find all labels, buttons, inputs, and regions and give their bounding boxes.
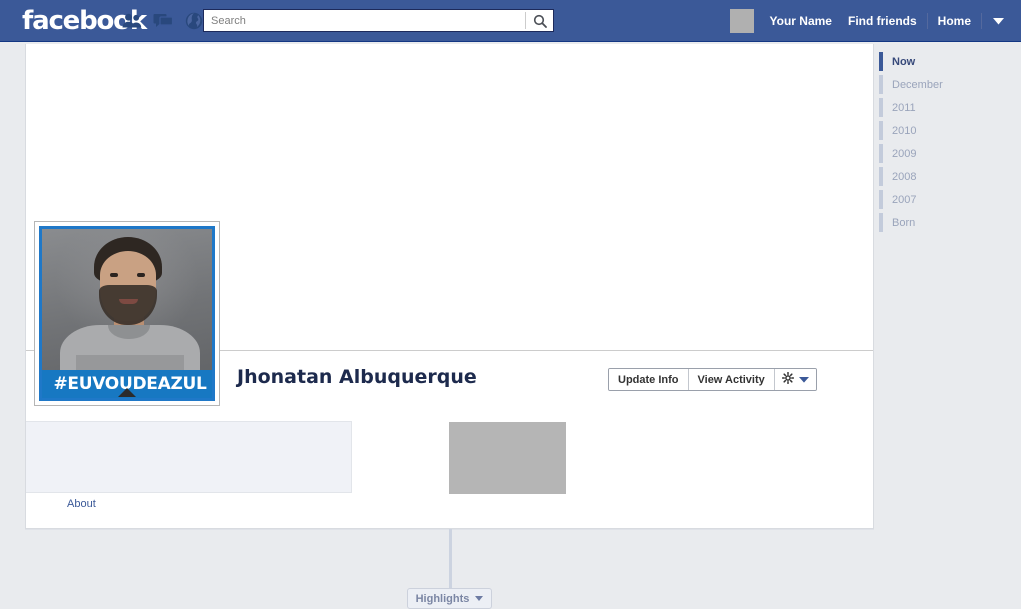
account-menu-chevron-down-icon[interactable]	[984, 14, 1013, 29]
avatar[interactable]	[729, 9, 754, 33]
settings-chevron-down-icon	[798, 374, 809, 386]
timeline-nav-label: 2008	[892, 170, 917, 183]
timeline-nav-item-born[interactable]: Born	[879, 211, 945, 234]
header-icon-group	[122, 10, 204, 31]
timeline-nav-label: December	[892, 78, 943, 91]
timeline-nav-item-2009[interactable]: 2009	[879, 142, 945, 165]
update-info-button[interactable]: Update Info	[609, 369, 689, 390]
header-account-area: Your Name Find friends Home	[729, 0, 1013, 42]
timeline-nav-label: 2011	[892, 101, 916, 114]
gear-icon	[781, 371, 794, 387]
timeline-vertical-line	[449, 529, 452, 590]
profile-picture[interactable]: #EUVOUDEAZUL	[34, 221, 220, 406]
profile-action-buttons: Update Info View Activity	[608, 368, 817, 391]
highlights-label: Highlights	[415, 592, 470, 605]
content-placeholder-image	[449, 422, 566, 494]
about-link[interactable]: About	[67, 498, 96, 510]
portrait-eye-right	[137, 273, 145, 277]
header-divider	[926, 13, 928, 29]
search-bar[interactable]	[203, 9, 554, 32]
account-name-link[interactable]: Your Name	[762, 10, 840, 32]
friend-requests-icon[interactable]	[122, 10, 142, 31]
timeline-nav-item-december[interactable]: December	[879, 73, 945, 96]
profile-picture-chevron-up-icon[interactable]	[118, 388, 136, 397]
search-input[interactable]	[204, 10, 525, 31]
timeline-nav-label: Born	[892, 216, 916, 229]
header-divider-2	[981, 13, 982, 29]
view-activity-button[interactable]: View Activity	[688, 369, 775, 390]
timeline-year-navigation: Now December 2011 2010 2009 2008 2007 Bo…	[879, 50, 945, 234]
timeline-nav-item-2011[interactable]: 2011	[879, 96, 945, 119]
timeline-nav-label: 2007	[892, 193, 917, 206]
facebook-top-navigation-bar: facebook Search Your Name Find friends H…	[0, 0, 1021, 42]
timeline-nav-label: 2010	[892, 124, 917, 137]
portrait-mouth	[119, 299, 138, 304]
find-friends-link[interactable]: Find friends	[840, 10, 925, 32]
timeline-nav-label: 2009	[892, 147, 917, 160]
messages-icon[interactable]	[153, 10, 173, 31]
timeline-nav-item-2007[interactable]: 2007	[879, 188, 945, 211]
profile-picture-image: #EUVOUDEAZUL	[39, 226, 215, 401]
content-placeholder-box	[26, 421, 352, 493]
profile-container: #EUVOUDEAZUL Jhonatan Albuquerque Update…	[25, 44, 874, 529]
page-body: Now December 2011 2010 2009 2008 2007 Bo…	[0, 42, 1021, 609]
settings-button[interactable]	[774, 369, 816, 390]
timeline-nav-item-now[interactable]: Now	[879, 50, 945, 73]
highlights-chevron-down-icon	[475, 596, 484, 601]
portrait-eye-left	[110, 273, 118, 277]
timeline-nav-label: Now	[892, 55, 916, 68]
timeline-nav-item-2008[interactable]: 2008	[879, 165, 945, 188]
home-link[interactable]: Home	[930, 10, 979, 32]
page-title: Jhonatan Albuquerque	[237, 366, 477, 388]
search-icon[interactable]	[526, 10, 553, 31]
notifications-icon[interactable]	[184, 10, 204, 31]
timeline-nav-item-2010[interactable]: 2010	[879, 119, 945, 142]
highlights-dropdown-button[interactable]: Highlights	[407, 588, 492, 609]
